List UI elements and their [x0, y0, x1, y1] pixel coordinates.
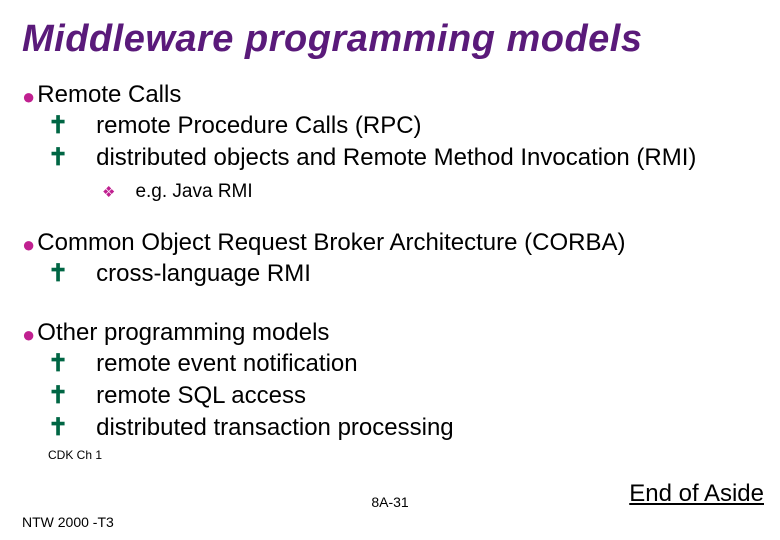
list-item: ✝ remote event notification: [48, 348, 758, 380]
list-item-text: remote Procedure Calls (RPC): [96, 110, 421, 141]
dagger-icon: ✝: [48, 259, 68, 290]
list-item-text: distributed objects and Remote Method In…: [96, 142, 696, 173]
section-corba: ● Common Object Request Broker Architect…: [22, 227, 758, 290]
list-item-text: cross-language RMI: [96, 258, 311, 289]
list-item: ✝ distributed objects and Remote Method …: [48, 142, 758, 174]
section-heading: Other programming models: [37, 317, 329, 348]
footer-left: NTW 2000 -T3: [22, 514, 114, 530]
section-remote-calls: ● Remote Calls ✝ remote Procedure Calls …: [22, 79, 758, 205]
sub-list-item-text: e.g. Java RMI: [135, 179, 252, 206]
dagger-icon: ✝: [48, 111, 68, 142]
dagger-icon: ✝: [48, 349, 68, 380]
bullet-icon: ●: [22, 234, 35, 256]
list-item-text: distributed transaction processing: [96, 412, 454, 443]
list-item-text: remote event notification: [96, 348, 357, 379]
list-item: ✝ cross-language RMI: [48, 258, 758, 290]
list-item-text: remote SQL access: [96, 380, 306, 411]
list-item: ✝ remote Procedure Calls (RPC): [48, 110, 758, 142]
sub-list-item: ❖ e.g. Java RMI: [102, 179, 758, 206]
list-item: ✝ distributed transaction processing: [48, 412, 758, 444]
diamond-icon: ❖: [102, 182, 115, 203]
bullet-icon: ●: [22, 324, 35, 346]
section-other: ● Other programming models ✝ remote even…: [22, 317, 758, 463]
end-of-aside: End of Aside: [629, 480, 764, 508]
section-heading: Remote Calls: [37, 79, 181, 110]
dagger-icon: ✝: [48, 143, 68, 174]
page-number: 8A-31: [371, 494, 408, 510]
section-heading: Common Object Request Broker Architectur…: [37, 227, 625, 258]
slide-title: Middleware programming models: [22, 18, 758, 61]
dagger-icon: ✝: [48, 381, 68, 412]
footnote: CDK Ch 1: [48, 448, 758, 462]
list-item: ✝ remote SQL access: [48, 380, 758, 412]
dagger-icon: ✝: [48, 413, 68, 444]
bullet-icon: ●: [22, 86, 35, 108]
